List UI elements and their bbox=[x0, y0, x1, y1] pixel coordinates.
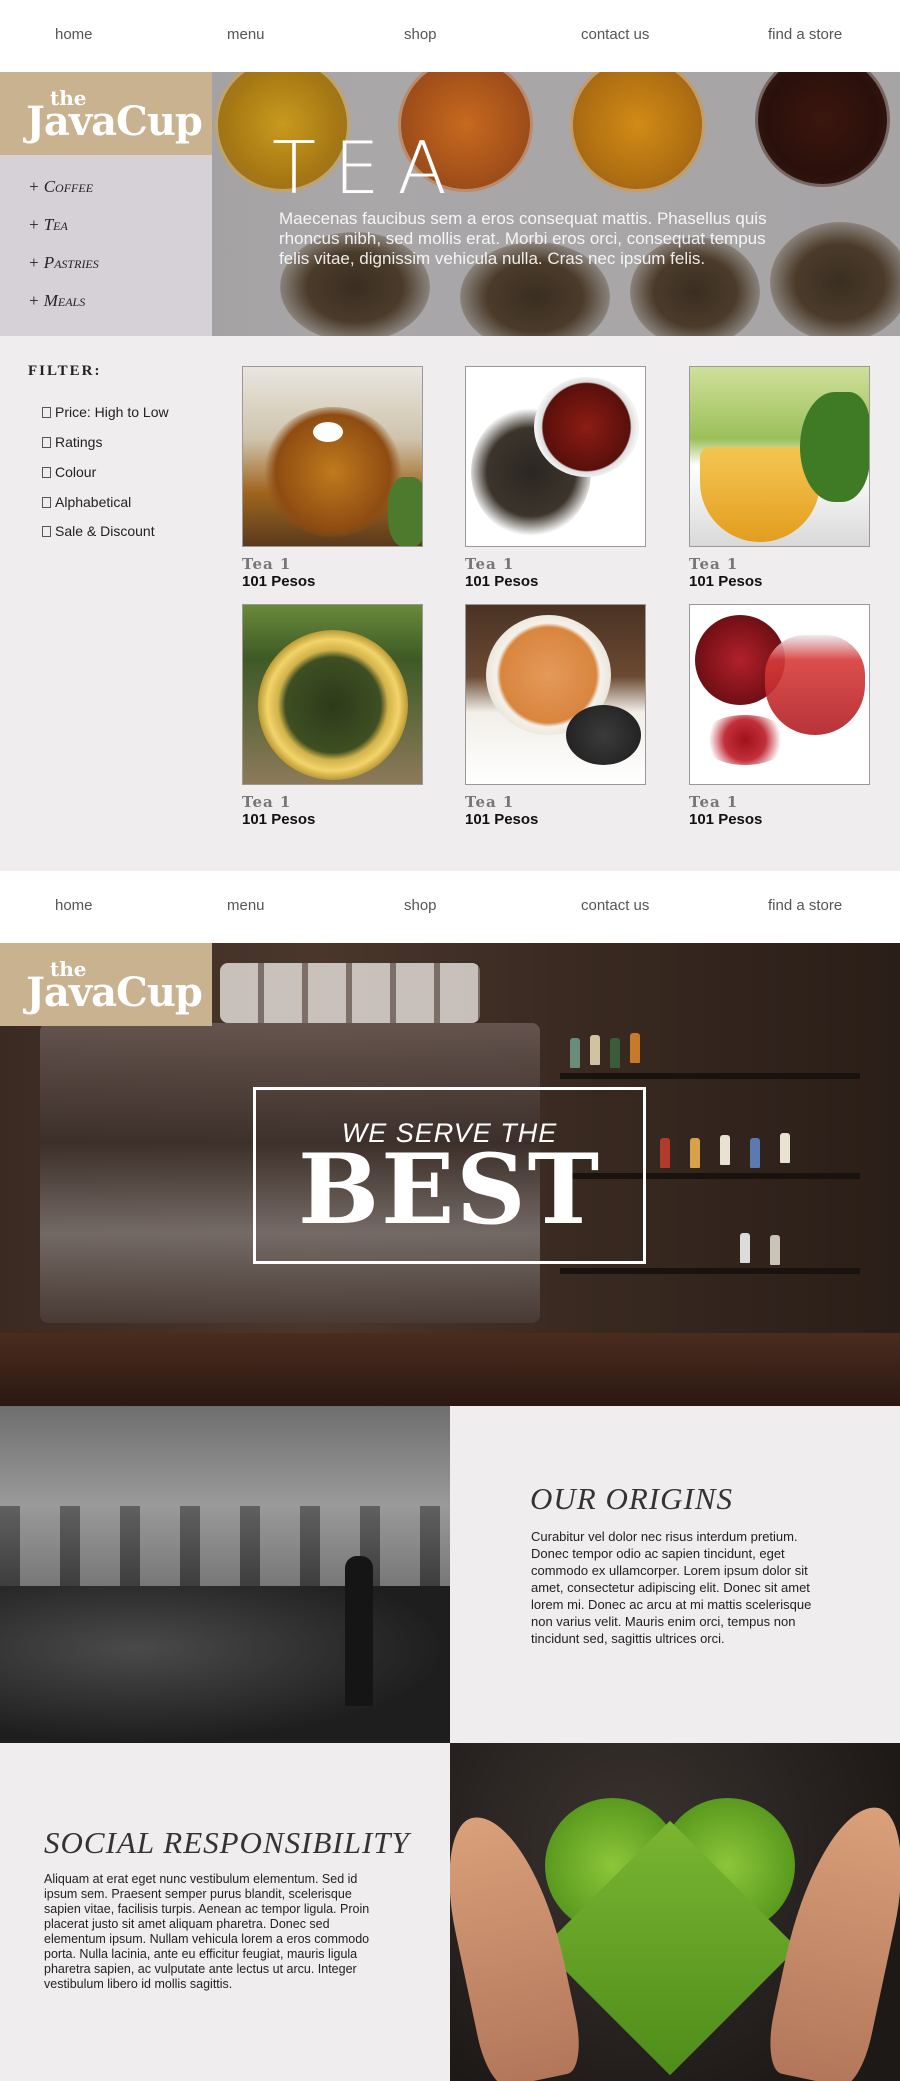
product-card[interactable]: Tea 1 101 Pesos bbox=[465, 604, 646, 828]
filter-option[interactable]: Ratings bbox=[42, 434, 102, 450]
shelf bbox=[560, 1073, 860, 1079]
shelf bbox=[560, 1268, 860, 1274]
origins-title: OUR ORIGINS bbox=[530, 1481, 733, 1516]
nav-home[interactable]: home bbox=[55, 26, 93, 43]
logo-name: JavaCup bbox=[26, 98, 203, 145]
nav-shop[interactable]: shop bbox=[404, 26, 437, 43]
cafe-photo bbox=[0, 1406, 450, 1743]
product-name: Tea 1 bbox=[242, 793, 292, 811]
green-tea-tin-icon[interactable] bbox=[242, 604, 423, 785]
logo[interactable]: the JavaCup bbox=[0, 72, 212, 155]
nav-menu[interactable]: menu bbox=[227, 26, 265, 43]
bottle-icon bbox=[750, 1138, 760, 1168]
bottle-icon bbox=[720, 1135, 730, 1165]
product-price: 101 Pesos bbox=[465, 811, 539, 828]
product-name: Tea 1 bbox=[689, 793, 739, 811]
tea-glass-mint-icon[interactable] bbox=[689, 366, 870, 547]
nav-contact[interactable]: contact us bbox=[581, 897, 649, 914]
hero-text: Maecenas faucibus sem a eros consequat m… bbox=[279, 209, 767, 268]
pomegranate-tea-icon[interactable] bbox=[689, 604, 870, 785]
product-price: 101 Pesos bbox=[242, 573, 316, 590]
bottle-icon bbox=[610, 1038, 620, 1068]
green-heart-icon bbox=[542, 1798, 805, 2076]
bottle-icon bbox=[740, 1233, 750, 1263]
filter-title: FILTER: bbox=[28, 363, 102, 379]
category-menu: + Coffee + Tea + Pastries + Meals bbox=[0, 155, 212, 336]
bottle-icon bbox=[770, 1235, 780, 1265]
bottle-icon bbox=[630, 1033, 640, 1063]
nav-shop[interactable]: shop bbox=[404, 897, 437, 914]
tea-cup-loose-leaves-icon[interactable] bbox=[465, 366, 646, 547]
tea-cup-daisy-icon[interactable] bbox=[242, 366, 423, 547]
filter-option[interactable]: Price: High to Low bbox=[42, 404, 169, 420]
nav-contact[interactable]: contact us bbox=[581, 26, 649, 43]
product-card[interactable]: Tea 1 101 Pesos bbox=[242, 604, 423, 828]
origins-section: OUR ORIGINS Curabitur vel dolor nec risu… bbox=[450, 1406, 900, 1743]
page: home menu shop contact us find a store T… bbox=[0, 0, 900, 2081]
menu-item-tea[interactable]: + Tea bbox=[28, 215, 68, 235]
logo-name: JavaCup bbox=[26, 969, 203, 1016]
top-nav: home menu shop contact us find a store bbox=[0, 0, 900, 72]
checkbox-icon[interactable] bbox=[42, 526, 51, 537]
banner-big-text: BEST bbox=[297, 1133, 602, 1246]
product-card[interactable]: Tea 1 101 Pesos bbox=[242, 366, 423, 590]
cups-icon bbox=[220, 963, 480, 1023]
filter-option[interactable]: Colour bbox=[42, 464, 96, 480]
logo[interactable]: the JavaCup bbox=[0, 943, 212, 1026]
product-name: Tea 1 bbox=[689, 555, 739, 573]
product-price: 101 Pesos bbox=[465, 573, 539, 590]
social-title: SOCIAL RESPONSIBILITY bbox=[44, 1825, 410, 1860]
nav-home[interactable]: home bbox=[55, 897, 93, 914]
nav-find-store[interactable]: find a store bbox=[768, 897, 842, 914]
product-card[interactable]: Tea 1 101 Pesos bbox=[689, 366, 870, 590]
bar-counter bbox=[0, 1333, 900, 1406]
best-frame: WE SERVE THE BEST bbox=[253, 1087, 646, 1264]
filter-label: Sale & Discount bbox=[55, 523, 155, 539]
bottle-icon bbox=[660, 1138, 670, 1168]
origins-text: Curabitur vel dolor nec risus interdum p… bbox=[531, 1529, 812, 1646]
checkbox-icon[interactable] bbox=[42, 497, 51, 508]
tea-cup-amber-icon bbox=[570, 72, 705, 192]
product-name: Tea 1 bbox=[242, 555, 292, 573]
product-price: 101 Pesos bbox=[242, 811, 316, 828]
filter-label: Price: High to Low bbox=[55, 404, 169, 420]
bottle-icon bbox=[570, 1038, 580, 1068]
nav-find-store[interactable]: find a store bbox=[768, 26, 842, 43]
filter-label: Ratings bbox=[55, 434, 103, 450]
menu-item-coffee[interactable]: + Coffee bbox=[28, 177, 93, 197]
hero-title: TEA bbox=[272, 126, 465, 210]
nav-menu[interactable]: menu bbox=[227, 897, 265, 914]
bottle-icon bbox=[590, 1035, 600, 1065]
checkbox-icon[interactable] bbox=[42, 467, 51, 478]
product-price: 101 Pesos bbox=[689, 573, 763, 590]
product-card[interactable]: Tea 1 101 Pesos bbox=[465, 366, 646, 590]
hands-heart-photo bbox=[450, 1743, 900, 2081]
product-name: Tea 1 bbox=[465, 555, 515, 573]
menu-item-pastries[interactable]: + Pastries bbox=[28, 253, 99, 273]
product-price: 101 Pesos bbox=[689, 811, 763, 828]
product-name: Tea 1 bbox=[465, 793, 515, 811]
checkbox-icon[interactable] bbox=[42, 437, 51, 448]
social-section: SOCIAL RESPONSIBILITY Aliquam at erat eg… bbox=[0, 1743, 450, 2081]
filter-option[interactable]: Alphabetical bbox=[42, 494, 131, 510]
social-text: Aliquam at erat eget nunc vestibulum ele… bbox=[44, 1872, 370, 1991]
tea-cup-dark-icon bbox=[755, 72, 890, 187]
second-nav: home menu shop contact us find a store bbox=[0, 871, 900, 943]
filter-label: Colour bbox=[55, 464, 97, 480]
checkbox-icon[interactable] bbox=[42, 407, 51, 418]
menu-item-meals[interactable]: + Meals bbox=[28, 291, 85, 311]
filter-option[interactable]: Sale & Discount bbox=[42, 523, 155, 539]
bottle-icon bbox=[690, 1138, 700, 1168]
product-card[interactable]: Tea 1 101 Pesos bbox=[689, 604, 870, 828]
bottle-icon bbox=[780, 1133, 790, 1163]
tea-cup-saucer-icon[interactable] bbox=[465, 604, 646, 785]
tea-leaves-icon bbox=[770, 222, 900, 336]
filter-label: Alphabetical bbox=[55, 494, 132, 510]
